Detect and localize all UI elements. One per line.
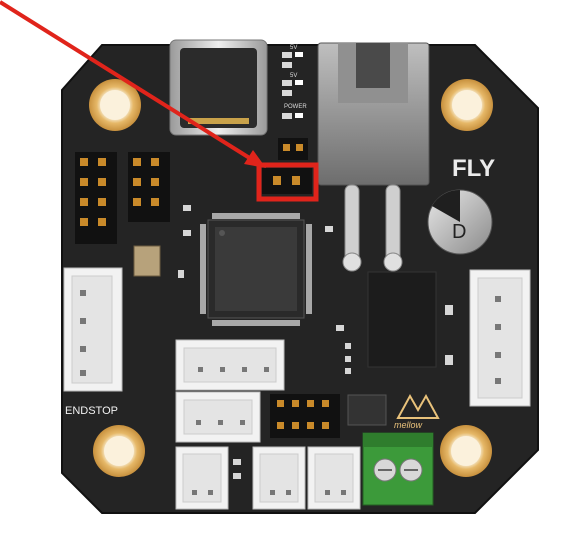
voltage-label-top: 5V [290,45,297,51]
jumper-block [270,394,340,438]
pin-header-left [75,152,117,244]
mount-hole-bottom-right [440,425,492,477]
crystal-oscillator [133,245,161,277]
green-screw-terminal [362,432,434,506]
mount-hole-top-right [441,79,493,131]
mosfet [347,394,387,426]
endstop-label: ENDSTOP [65,405,118,417]
right-jst-connector [469,269,531,407]
fan-connector-top [175,339,285,391]
fly-brand-label: FLY [452,155,495,182]
mcu-chip [200,213,312,326]
usb-c-connector [169,39,268,136]
bottom-connector-2 [252,446,306,510]
bottom-connector-3 [307,446,361,510]
pin-header-center-left [128,152,170,222]
fan-connector-bottom [175,391,261,443]
mellow-logo-text: mellow [394,420,423,430]
pcb-photo-scene: 5V 5V POWER FLY D ENDSTOP mellow [0,0,577,533]
pin-header-top [278,138,308,160]
voltage-label-mid: 5V [290,73,297,79]
electrolytic-capacitor: D [427,189,493,255]
mount-hole-bottom-left [93,425,145,477]
shadow-area [367,271,437,368]
endstop-connector [63,267,123,392]
capacitor-mark: D [452,221,466,243]
power-label: POWER [284,104,307,110]
bottom-connector-1 [175,446,229,510]
pcb-illustration: 5V 5V POWER FLY D ENDSTOP mellow [0,0,539,514]
highlighted-jumper [262,168,312,194]
